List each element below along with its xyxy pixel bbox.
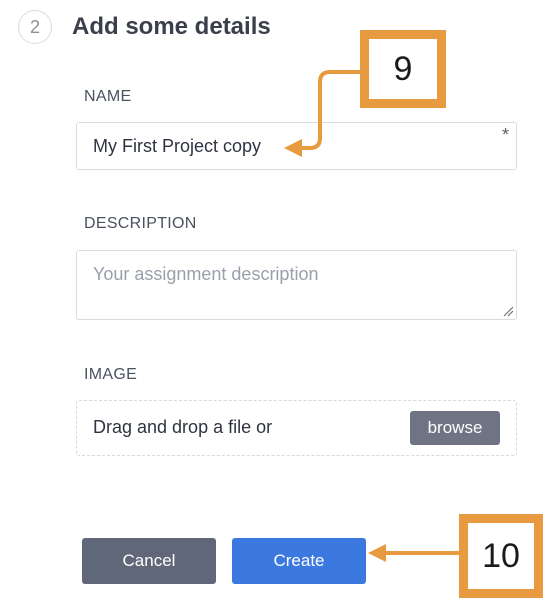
image-label: IMAGE bbox=[84, 366, 138, 383]
description-textarea[interactable]: Your assignment description bbox=[76, 250, 517, 320]
description-placeholder: Your assignment description bbox=[93, 264, 319, 284]
step-number: 2 bbox=[29, 16, 40, 37]
resize-grip-icon[interactable] bbox=[502, 305, 514, 317]
arrow-10-head bbox=[368, 544, 386, 562]
callout-9: 9 bbox=[360, 30, 446, 108]
name-label: NAME bbox=[84, 88, 132, 105]
cancel-button[interactable]: Cancel bbox=[82, 538, 216, 584]
create-button[interactable]: Create bbox=[232, 538, 366, 584]
required-indicator: * bbox=[501, 125, 509, 145]
browse-button[interactable]: browse bbox=[410, 411, 500, 445]
callout-10: 10 bbox=[459, 514, 543, 598]
step-title: Add some details bbox=[72, 13, 271, 40]
dropzone-text: Drag and drop a file or bbox=[93, 417, 273, 437]
image-dropzone[interactable]: Drag and drop a file or browse bbox=[76, 400, 517, 456]
name-input-value: My First Project copy bbox=[93, 136, 262, 156]
name-input[interactable]: My First Project copy * bbox=[76, 122, 517, 170]
description-label: DESCRIPTION bbox=[84, 215, 197, 232]
step-number-badge: 2 bbox=[18, 10, 52, 44]
